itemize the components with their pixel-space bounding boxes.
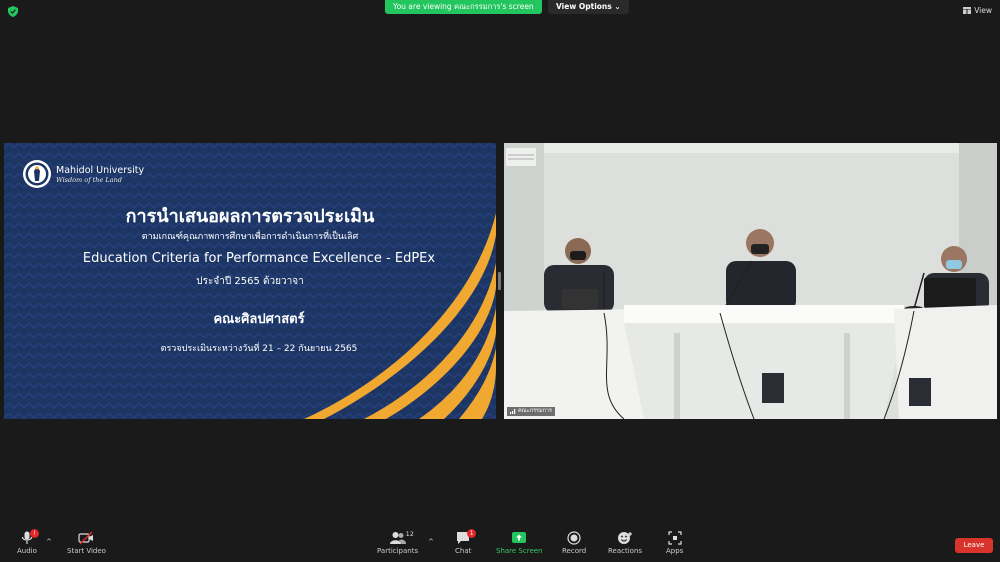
- start-video-label: Start Video: [67, 547, 106, 555]
- participant-name-label: คณะกรรมการ: [507, 407, 555, 416]
- participants-icon: [389, 532, 406, 544]
- participants-label: Participants: [377, 547, 419, 555]
- grid-view-icon: [963, 7, 972, 14]
- slide-title: การนำเสนอผลการตรวจประเมิน: [125, 206, 375, 227]
- audio-label: Audio: [17, 547, 37, 555]
- video-off-icon: [78, 531, 94, 545]
- view-options-button[interactable]: View Options ⌄: [548, 0, 629, 14]
- security-shield-icon[interactable]: [8, 6, 18, 17]
- view-options-label: View Options: [556, 2, 612, 11]
- share-screen-label: Share Screen: [496, 547, 543, 555]
- view-button[interactable]: View: [963, 6, 992, 15]
- share-screen-button[interactable]: Share Screen: [496, 531, 543, 555]
- audio-options-caret-icon[interactable]: ^: [46, 538, 52, 546]
- chevron-down-icon: ⌄: [614, 2, 621, 11]
- meeting-room-scene: [504, 143, 997, 419]
- split-view-divider-handle[interactable]: [498, 272, 501, 290]
- record-label: Record: [562, 547, 587, 555]
- slide-date-line: ตรวจประเมินระหว่างวันที่ 21 – 22 กันยายน…: [160, 344, 358, 354]
- university-motto: Wisdom of the Land: [56, 175, 122, 184]
- viewing-screen-banner: You are viewing คณะกรรมการ's screen: [385, 0, 542, 14]
- chat-label: Chat: [455, 547, 472, 555]
- record-icon: [567, 531, 581, 545]
- audio-button[interactable]: ! Audio: [17, 529, 39, 555]
- participants-options-caret-icon[interactable]: ^: [428, 538, 434, 546]
- participant-name: คณะกรรมการ: [518, 408, 552, 414]
- record-button[interactable]: Record: [562, 531, 586, 555]
- slide-faculty: คณะศิลปศาสตร์: [213, 312, 305, 327]
- signal-bars-icon: [510, 409, 516, 414]
- participant-video-tile[interactable]: คณะกรรมการ: [504, 143, 997, 419]
- apps-button[interactable]: Apps: [666, 531, 683, 555]
- reactions-button[interactable]: Reactions: [608, 531, 642, 555]
- university-name: Mahidol University: [56, 164, 145, 176]
- shared-screen-slide: Mahidol University Wisdom of the Land กา…: [4, 143, 496, 419]
- apps-label: Apps: [666, 547, 684, 555]
- share-screen-icon: [512, 532, 527, 543]
- chat-unread-badge: 1: [467, 529, 477, 538]
- participants-button[interactable]: 12 Participants: [377, 530, 419, 555]
- audio-warning-badge: !: [29, 529, 39, 538]
- leave-button[interactable]: Leave: [955, 538, 993, 553]
- slide-english-title: Education Criteria for Performance Excel…: [82, 251, 436, 266]
- start-video-button[interactable]: Start Video: [67, 531, 106, 555]
- participants-count: 12: [405, 530, 414, 538]
- university-seal-icon: [23, 160, 51, 188]
- chat-button[interactable]: 1 Chat: [455, 529, 477, 555]
- university-logo: Mahidol University Wisdom of the Land: [22, 159, 144, 189]
- meeting-toolbar: ! Audio ^ Start Video 12 Participants ^ …: [0, 528, 1000, 562]
- view-label: View: [974, 6, 992, 15]
- top-bar: You are viewing คณะกรรมการ's screen View…: [0, 0, 1000, 22]
- slide-year-line: ประจำปี 2565 ด้วยวาจา: [196, 276, 304, 287]
- slide-subtitle: ตามเกณฑ์คุณภาพการศึกษาเพื่อการดำเนินการท…: [141, 232, 359, 242]
- apps-icon: [668, 531, 682, 545]
- reactions-label: Reactions: [608, 547, 643, 555]
- smiley-plus-icon: [618, 532, 633, 544]
